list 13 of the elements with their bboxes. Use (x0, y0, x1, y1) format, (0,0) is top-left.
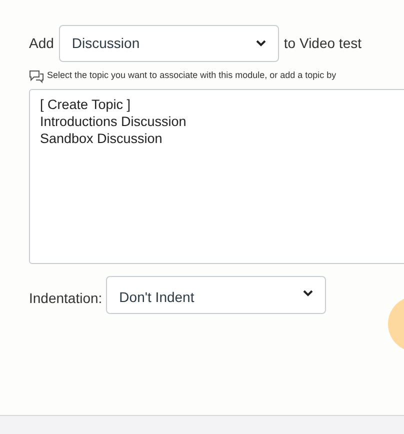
hint-text: Select the topic you want to associate with this module, or add a topic by (47, 69, 336, 82)
indentation-select[interactable]: Don't Indent (106, 276, 326, 314)
chevron-down-icon (303, 290, 314, 297)
topic-option[interactable]: Sandbox Discussion (40, 130, 162, 147)
chevron-down-icon (256, 40, 266, 47)
chat-bubbles-icon (29, 69, 44, 83)
indentation-label: Indentation: (29, 288, 102, 308)
topic-listbox[interactable]: [ Create Topic ] Introductions Discussion Sandbox Discussion (29, 89, 404, 264)
topic-option[interactable]: [ Create Topic ] (40, 96, 131, 113)
target-module-label: to Video test (284, 34, 362, 53)
type-select[interactable]: Discussion (58, 25, 279, 62)
topic-option[interactable]: Introductions Discussion (40, 113, 186, 130)
add-label: Add (29, 34, 54, 53)
